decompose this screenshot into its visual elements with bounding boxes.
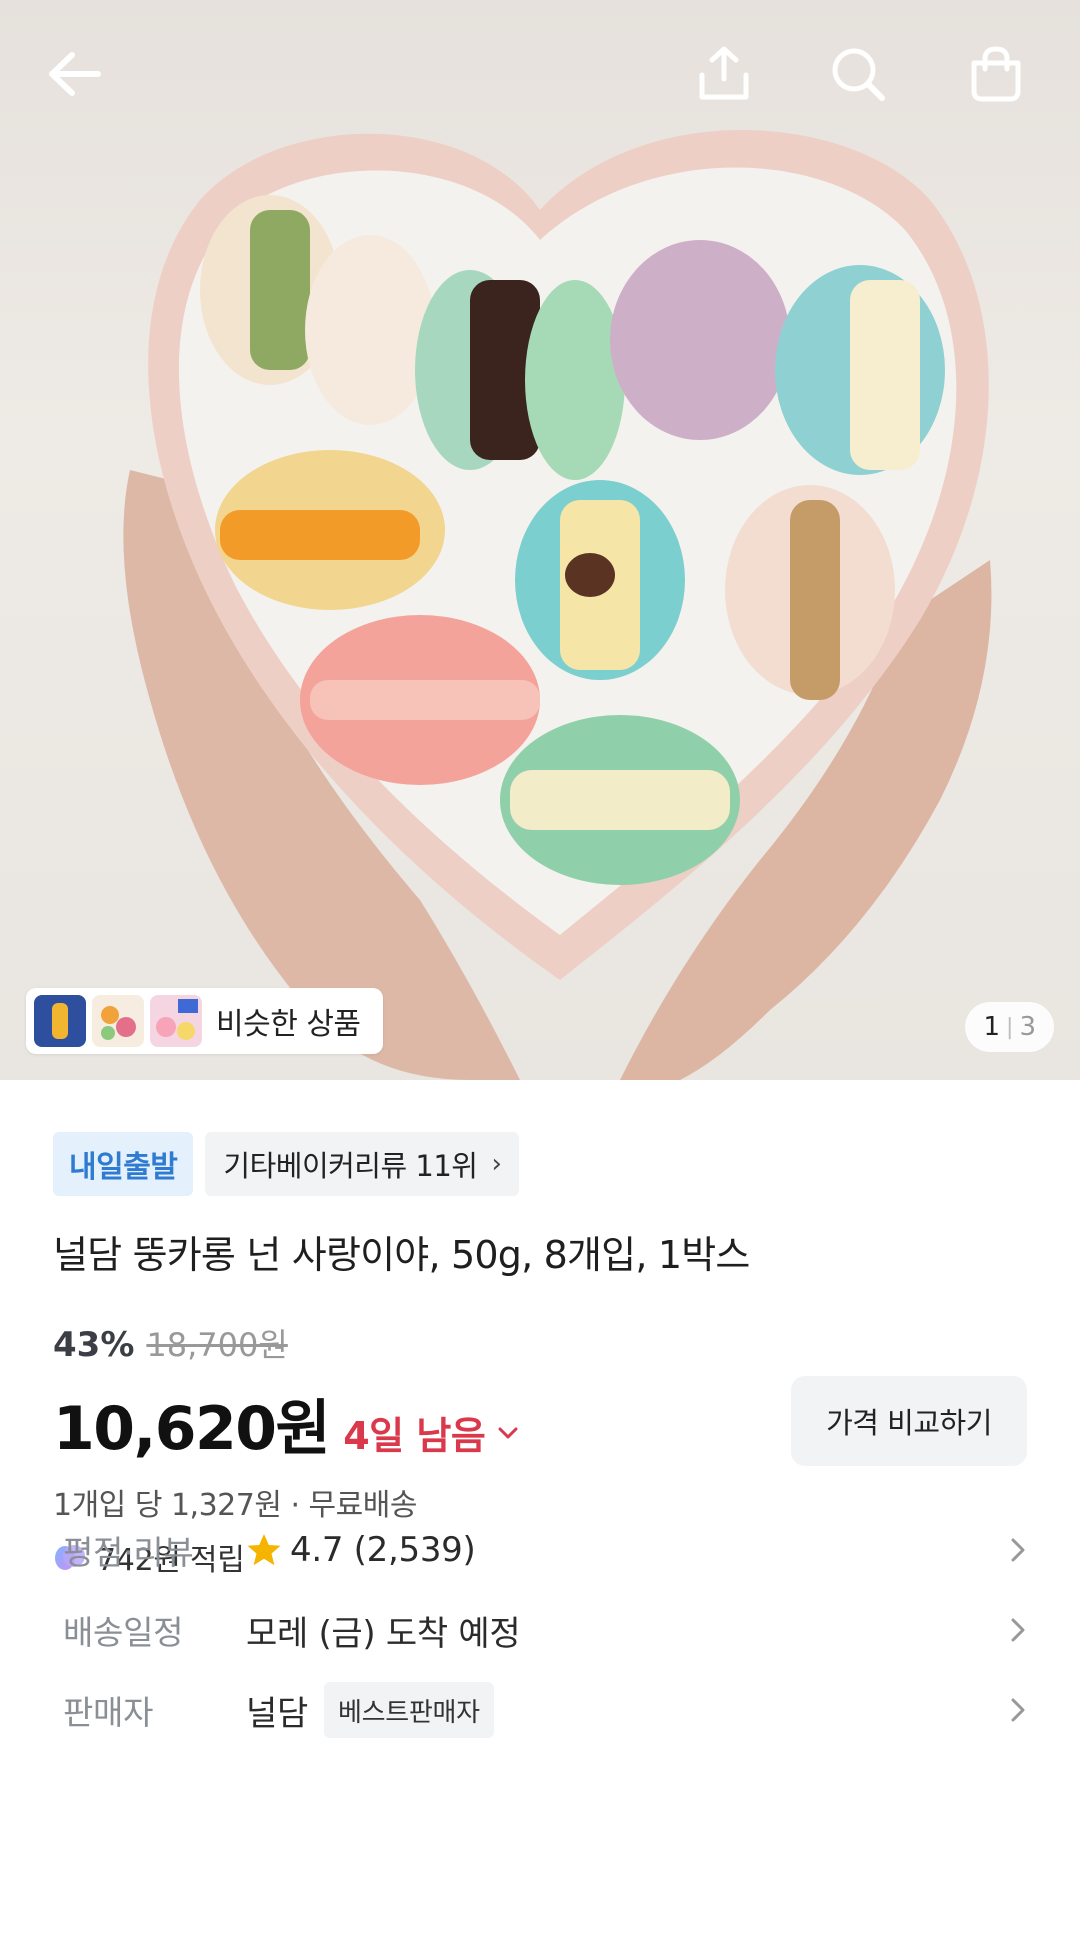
rating-value: 4.7 (2,539) <box>290 1530 476 1570</box>
seller-value-wrap: 널담 베스트판매자 <box>246 1682 494 1738</box>
share-button[interactable] <box>688 38 760 110</box>
badge-row: 내일출발 기타베이커리류 11위 › <box>53 1132 520 1196</box>
seller-row[interactable]: 판매자 널담 베스트판매자 <box>63 1678 1027 1742</box>
shipping-badge: 내일출발 <box>53 1132 194 1196</box>
ranking-label: 기타베이커리류 11위 <box>223 1149 478 1183</box>
price-row: 10,620원 4일 남음 <box>53 1380 519 1467</box>
delivery-schedule-row[interactable]: 배송일정 모레 (금) 도착 예정 <box>63 1598 1027 1662</box>
rating-label: 평점·리뷰 <box>63 1533 194 1572</box>
delivery-label: 배송일정 <box>63 1613 184 1652</box>
pager-separator: | <box>1006 1014 1014 1040</box>
chevron-down-icon <box>498 1427 518 1438</box>
sale-price: 10,620원 <box>53 1394 331 1464</box>
ranking-badge[interactable]: 기타베이커리류 11위 › <box>205 1132 520 1196</box>
remaining-days-label: 4일 남음 <box>343 1414 486 1458</box>
seller-name: 널담 <box>246 1693 308 1734</box>
cart-icon <box>971 46 1021 102</box>
rating-review-row[interactable]: 평점·리뷰 4.7 (2,539) <box>63 1518 1027 1582</box>
chevron-right-icon: › <box>491 1149 502 1179</box>
similar-products-button[interactable]: 비슷한 상품 <box>26 988 383 1054</box>
macaron-box-photo <box>123 130 992 1080</box>
back-button[interactable] <box>38 38 110 110</box>
similar-thumbnail-3 <box>150 995 202 1047</box>
original-price: 18,700원 <box>146 1326 288 1364</box>
seller-label: 판매자 <box>63 1693 154 1732</box>
product-title: 널담 뚱카롱 넌 사랑이야, 50g, 8개입, 1박스 <box>53 1233 750 1277</box>
chevron-right-icon <box>1011 1618 1025 1642</box>
discount-rate: 43% <box>53 1325 135 1365</box>
product-image[interactable]: 비슷한 상품 1 | 3 <box>0 0 1080 1080</box>
search-icon <box>832 48 885 101</box>
similar-thumbnail-1 <box>34 995 86 1047</box>
delivery-value: 모레 (금) 도착 예정 <box>246 1613 521 1654</box>
best-seller-badge: 베스트판매자 <box>323 1682 494 1738</box>
chevron-right-icon <box>1011 1538 1025 1562</box>
similar-products-label: 비슷한 상품 <box>216 1007 361 1042</box>
chevron-right-icon <box>1011 1698 1025 1722</box>
discount-row: 43% 18,700원 <box>53 1320 288 1366</box>
price-compare-button[interactable]: 가격 비교하기 <box>791 1376 1027 1466</box>
cart-button[interactable] <box>960 38 1032 110</box>
share-icon <box>699 46 749 100</box>
pager-current: 1 <box>983 1012 1001 1042</box>
search-button[interactable] <box>822 38 894 110</box>
top-navigation-bar <box>0 0 1080 150</box>
image-pager: 1 | 3 <box>965 1002 1054 1052</box>
pager-total: 3 <box>1019 1012 1036 1042</box>
similar-thumbnail-2 <box>92 995 144 1047</box>
rating-value-wrap: 4.7 (2,539) <box>246 1530 476 1570</box>
star-icon <box>247 1534 281 1566</box>
back-arrow-icon <box>49 52 101 96</box>
remaining-days-toggle[interactable]: 4일 남음 <box>343 1405 519 1460</box>
product-info: 내일출발 기타베이커리류 11위 › 널담 뚱카롱 넌 사랑이야, 50g, 8… <box>0 1080 1080 1933</box>
